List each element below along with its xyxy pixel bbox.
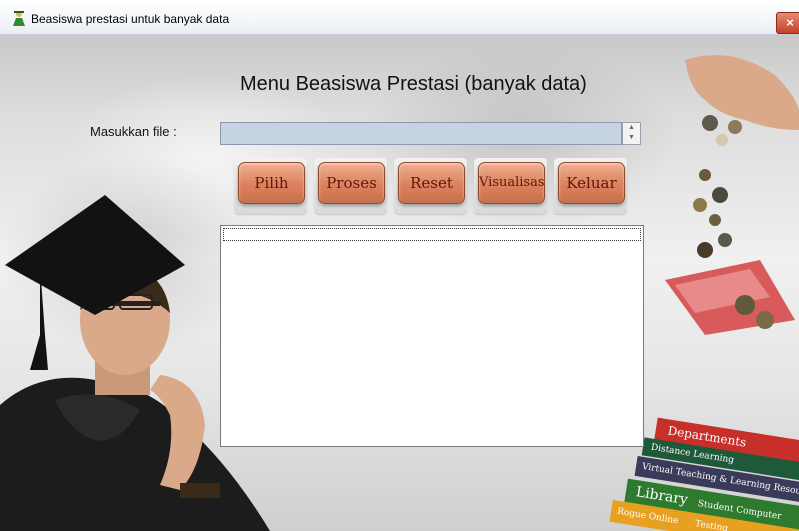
pilih-button-frame: Pilih: [234, 158, 307, 214]
file-field-scroll[interactable]: ▲ ▼: [622, 122, 641, 145]
results-listbox[interactable]: [220, 225, 644, 447]
file-label: Masukkan file :: [90, 124, 177, 139]
window-titlebar: Beasiswa prestasi untuk banyak data ×: [0, 0, 799, 35]
keluar-button-frame: Keluar: [554, 158, 627, 214]
file-path-field[interactable]: [220, 122, 622, 145]
visualisasi-button[interactable]: Visualisasi: [478, 162, 545, 204]
reset-button-frame: Reset: [394, 158, 467, 214]
list-item[interactable]: [223, 228, 641, 241]
coins-hand-image: [665, 55, 799, 335]
reset-button[interactable]: Reset: [398, 162, 465, 204]
window-title: Beasiswa prestasi untuk banyak data: [31, 12, 230, 26]
close-button[interactable]: ×: [776, 12, 799, 34]
proses-button-frame: Proses: [314, 158, 387, 214]
page-title: Menu Beasiswa Prestasi (banyak data): [240, 73, 587, 95]
proses-button[interactable]: Proses: [318, 162, 385, 204]
keluar-button[interactable]: Keluar: [558, 162, 625, 204]
main-panel: Departments Distance Learning Virtual Te…: [0, 35, 799, 531]
scholarship-app-icon: [13, 11, 25, 26]
pilih-button[interactable]: Pilih: [238, 162, 305, 204]
visualisasi-button-frame: Visualisasi: [474, 158, 547, 214]
